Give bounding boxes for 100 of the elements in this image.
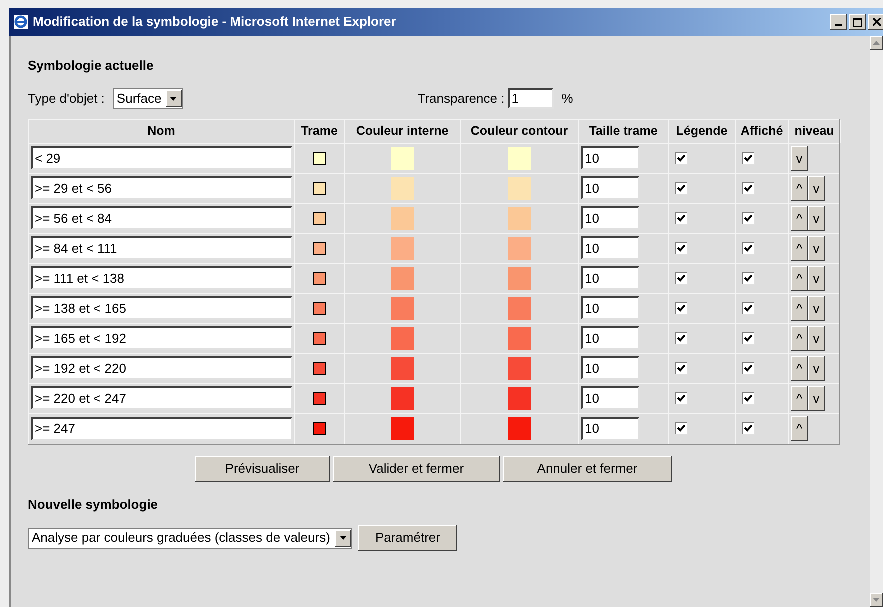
level-button[interactable]: v xyxy=(808,356,825,380)
checkbox[interactable] xyxy=(675,392,688,404)
analysis-dropdown[interactable]: Analyse par couleurs graduées (classes de valeurs) xyxy=(28,528,352,548)
outline-color-swatch[interactable] xyxy=(508,146,531,170)
checkbox[interactable] xyxy=(742,422,755,435)
outline-color-swatch[interactable] xyxy=(508,206,531,230)
fill-color-swatch[interactable] xyxy=(391,386,414,410)
checkbox[interactable] xyxy=(742,392,755,404)
name-field[interactable]: >= 138 et < 165 xyxy=(31,296,293,320)
size-field[interactable]: 10 xyxy=(581,356,640,380)
checkbox[interactable] xyxy=(742,272,755,284)
pattern-swatch[interactable] xyxy=(313,182,326,194)
fill-color-swatch[interactable] xyxy=(391,266,414,290)
checkbox[interactable] xyxy=(742,362,755,374)
outline-color-swatch[interactable] xyxy=(508,386,531,410)
fill-color-swatch[interactable] xyxy=(391,296,414,320)
name-field[interactable]: >= 56 et < 84 xyxy=(31,206,293,230)
level-button[interactable]: v xyxy=(808,176,825,200)
close-button[interactable] xyxy=(868,14,883,30)
outline-color-swatch[interactable] xyxy=(508,417,531,440)
name-field[interactable]: >= 220 et < 247 xyxy=(31,386,293,410)
outline-color-swatch[interactable] xyxy=(508,266,531,290)
level-button[interactable]: ^ xyxy=(791,416,808,441)
checkbox[interactable] xyxy=(675,362,688,374)
outline-color-swatch[interactable] xyxy=(508,236,531,260)
name-field[interactable]: >= 165 et < 192 xyxy=(31,326,293,350)
outline-color-swatch[interactable] xyxy=(508,176,531,200)
checkbox[interactable] xyxy=(675,422,688,435)
fill-color-swatch[interactable] xyxy=(391,176,414,200)
scroll-down-icon[interactable] xyxy=(870,593,883,607)
object-type-dropdown[interactable]: Surface xyxy=(112,88,183,109)
level-button[interactable]: ^ xyxy=(791,206,808,230)
checkbox[interactable] xyxy=(675,302,688,314)
level-button[interactable]: v xyxy=(808,206,825,230)
fill-color-swatch[interactable] xyxy=(391,146,414,170)
level-button[interactable]: ^ xyxy=(791,176,808,200)
size-field[interactable]: 10 xyxy=(581,176,640,200)
name-field[interactable]: >= 192 et < 220 xyxy=(31,356,293,380)
level-button[interactable]: ^ xyxy=(791,356,808,380)
size-field[interactable]: 10 xyxy=(581,146,640,170)
action-button[interactable]: Prévisualiser xyxy=(195,456,330,482)
level-button[interactable]: ^ xyxy=(791,326,808,350)
level-button[interactable]: v xyxy=(808,296,825,320)
checkbox[interactable] xyxy=(742,212,755,224)
size-field[interactable]: 10 xyxy=(581,236,640,260)
name-field[interactable]: >= 247 xyxy=(31,416,293,440)
name-field[interactable]: >= 84 et < 111 xyxy=(31,236,293,260)
pattern-swatch[interactable] xyxy=(313,332,326,344)
pattern-swatch[interactable] xyxy=(313,272,326,284)
checkbox[interactable] xyxy=(742,152,755,164)
level-button[interactable]: ^ xyxy=(791,386,808,410)
size-field[interactable]: 10 xyxy=(581,416,640,440)
level-button[interactable]: v xyxy=(791,146,808,170)
pattern-swatch[interactable] xyxy=(313,392,326,404)
transparency-field[interactable]: 1 xyxy=(508,88,554,109)
pattern-swatch[interactable] xyxy=(313,242,326,254)
level-button[interactable]: v xyxy=(808,326,825,350)
level-button[interactable]: v xyxy=(808,386,825,410)
scrollbar[interactable] xyxy=(870,36,883,607)
fill-color-swatch[interactable] xyxy=(391,417,414,440)
pattern-swatch[interactable] xyxy=(313,422,326,435)
size-field[interactable]: 10 xyxy=(581,326,640,350)
level-button[interactable]: v xyxy=(808,236,825,260)
checkbox[interactable] xyxy=(742,332,755,344)
level-button[interactable]: ^ xyxy=(791,236,808,260)
pattern-swatch[interactable] xyxy=(313,302,326,314)
scroll-up-icon[interactable] xyxy=(870,36,883,50)
level-button[interactable]: v xyxy=(808,266,825,290)
checkbox[interactable] xyxy=(675,212,688,224)
level-button[interactable]: ^ xyxy=(791,266,808,290)
name-field[interactable]: >= 29 et < 56 xyxy=(31,176,293,200)
checkbox[interactable] xyxy=(742,242,755,254)
pattern-swatch[interactable] xyxy=(313,212,326,224)
checkbox[interactable] xyxy=(675,332,688,344)
fill-color-swatch[interactable] xyxy=(391,356,414,380)
size-field[interactable]: 10 xyxy=(581,296,640,320)
checkbox[interactable] xyxy=(675,182,688,194)
size-field[interactable]: 10 xyxy=(581,206,640,230)
action-button[interactable]: Annuler et fermer xyxy=(503,456,672,482)
name-field[interactable]: >= 111 et < 138 xyxy=(31,266,293,290)
checkbox[interactable] xyxy=(675,242,688,254)
fill-color-swatch[interactable] xyxy=(391,326,414,350)
outline-color-swatch[interactable] xyxy=(508,356,531,380)
checkbox[interactable] xyxy=(742,302,755,314)
pattern-swatch[interactable] xyxy=(313,362,326,374)
size-field[interactable]: 10 xyxy=(581,386,640,410)
outline-color-swatch[interactable] xyxy=(508,326,531,350)
fill-color-swatch[interactable] xyxy=(391,206,414,230)
checkbox[interactable] xyxy=(675,272,688,284)
minimize-button[interactable] xyxy=(830,14,847,30)
fill-color-swatch[interactable] xyxy=(391,236,414,260)
name-field[interactable]: < 29 xyxy=(31,146,293,170)
checkbox[interactable] xyxy=(675,152,688,164)
outline-color-swatch[interactable] xyxy=(508,296,531,320)
level-button[interactable]: ^ xyxy=(791,296,808,320)
checkbox[interactable] xyxy=(742,182,755,194)
maximize-button[interactable] xyxy=(849,14,866,30)
size-field[interactable]: 10 xyxy=(581,266,640,290)
pattern-swatch[interactable] xyxy=(313,152,326,164)
configure-button[interactable]: Paramétrer xyxy=(358,525,458,551)
